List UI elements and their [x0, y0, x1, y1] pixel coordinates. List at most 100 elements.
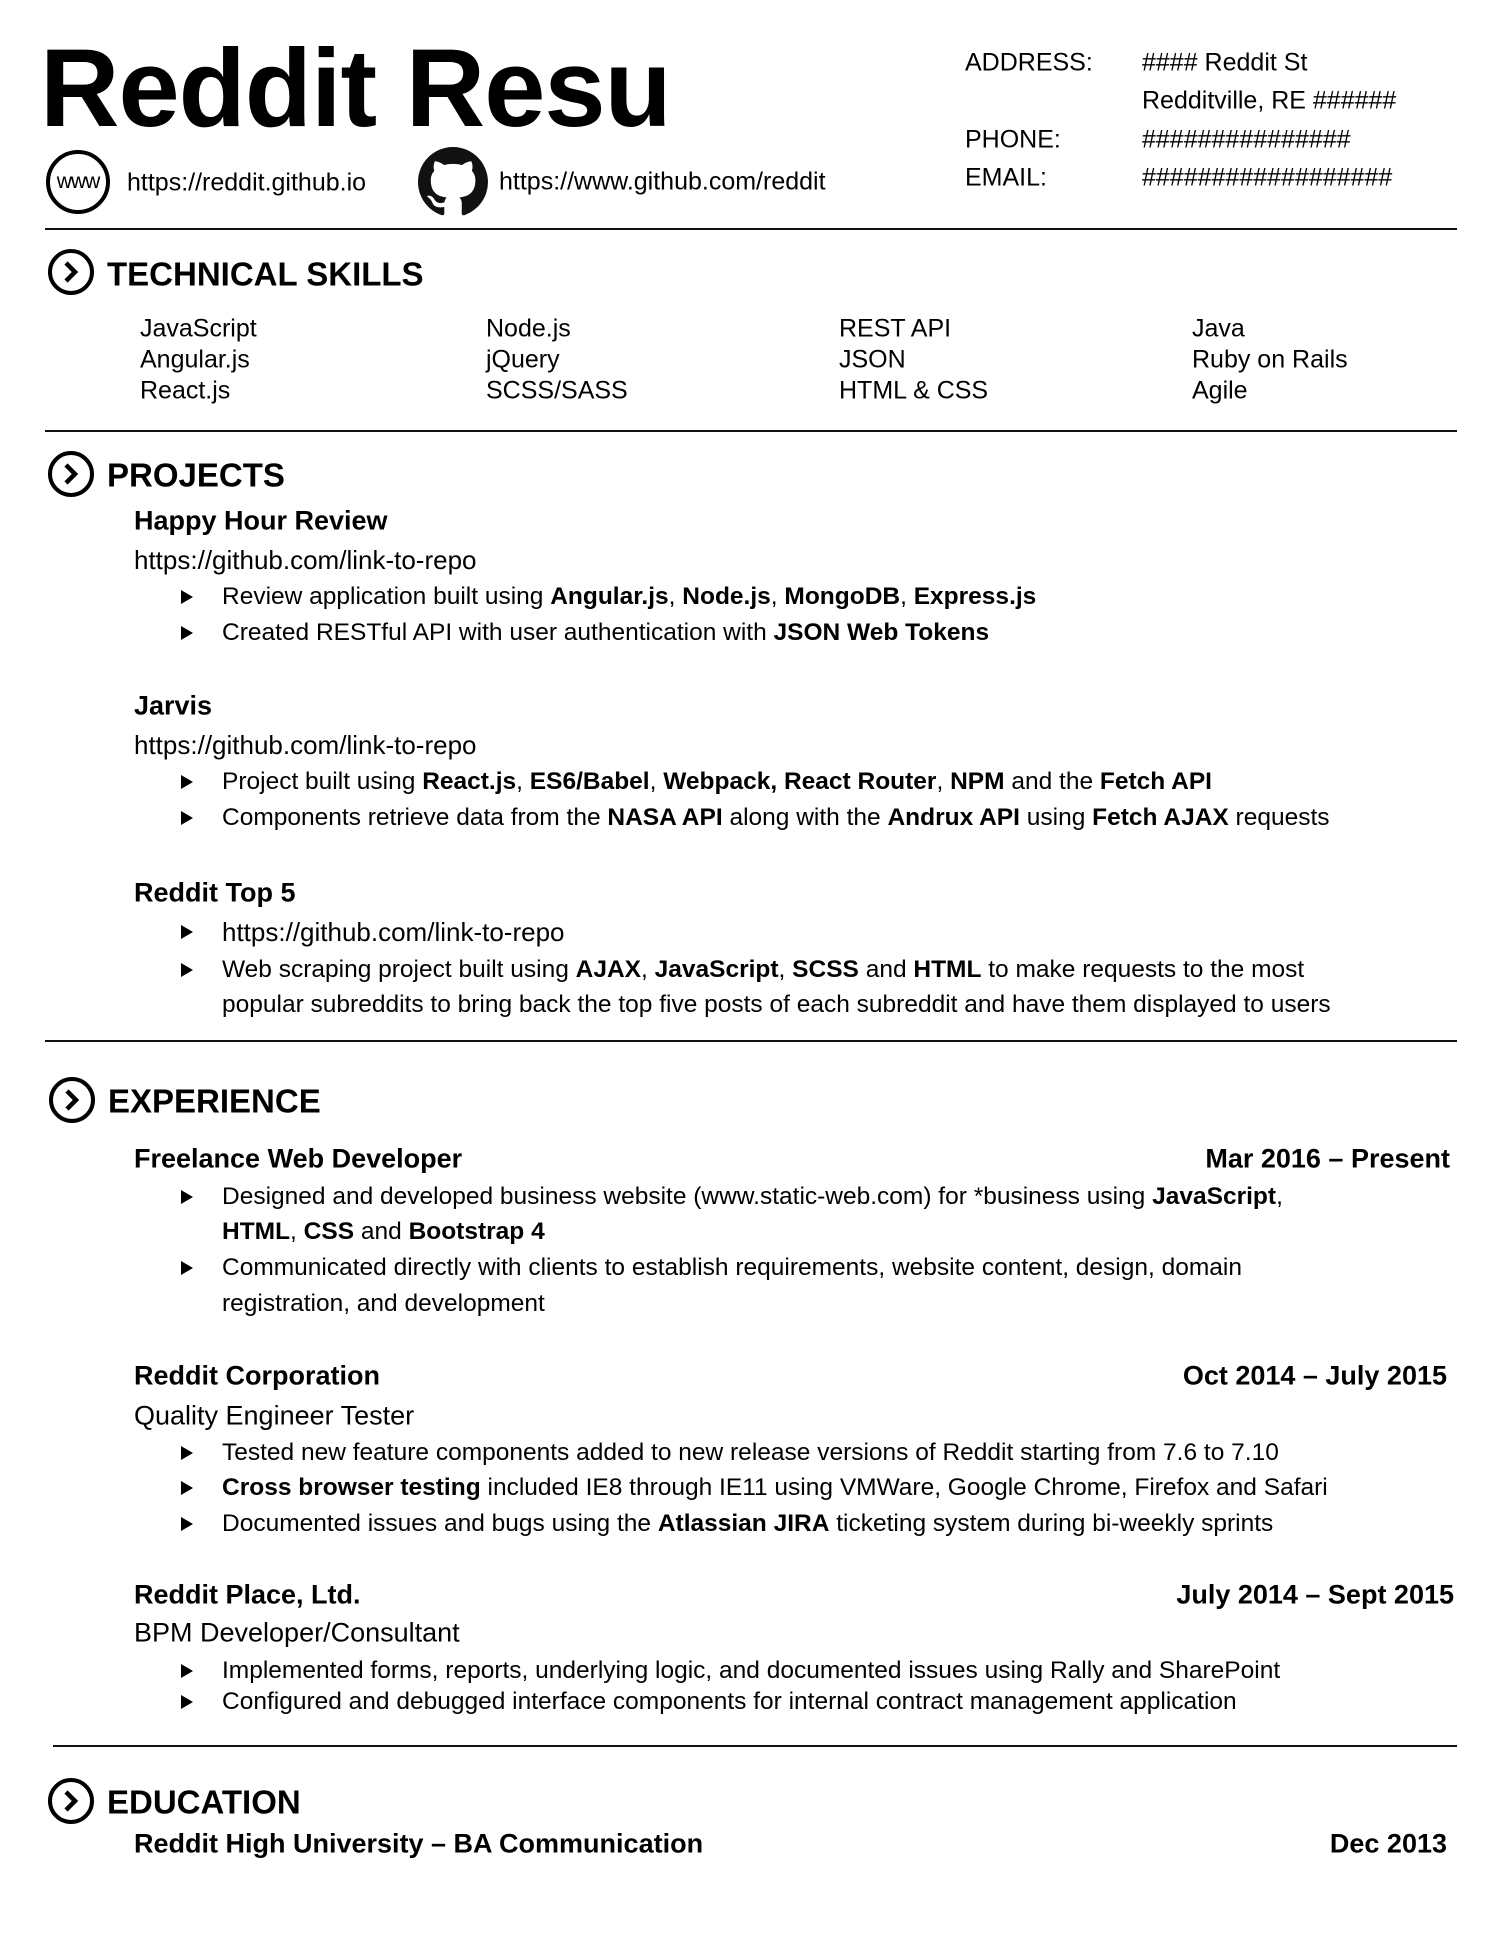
text-segment: , — [936, 767, 951, 795]
project-name: Reddit Top 5 — [134, 877, 296, 908]
chevron-circle-icon — [48, 1778, 94, 1824]
email-label: EMAIL: — [965, 163, 1047, 192]
text-segment: Components retrieve data from the — [222, 803, 608, 831]
bold-term: Atlassian JIRA — [657, 1509, 830, 1537]
bold-term: ES6/Babel — [529, 767, 650, 795]
text-segment: Configured and debugged interface compon… — [222, 1687, 1237, 1715]
bold-term: Fetch API — [1099, 767, 1212, 795]
text-segment: ticketing system during bi-weekly sprint… — [829, 1509, 1274, 1537]
job-role: BPM Developer/Consultant — [134, 1617, 460, 1648]
bullet-text: Designed and developed business website … — [222, 1182, 1283, 1210]
skill-item: jQuery — [486, 345, 560, 374]
text-segment: along with the — [722, 803, 888, 831]
www-icon-glyph: www — [56, 170, 100, 193]
bullet-text-continuation: HTML, CSS and Bootstrap 4 — [222, 1217, 545, 1245]
project-url[interactable]: https://github.com/link-to-repo — [134, 732, 477, 758]
address-label: ADDRESS: — [965, 48, 1093, 77]
text-segment: , — [668, 582, 683, 610]
address-line-2: Redditville, RE ###### — [1142, 86, 1397, 115]
skill-item: Java — [1192, 314, 1245, 343]
github-link[interactable]: https://www.github.com/reddit — [499, 169, 826, 195]
text-segment: Web scraping project built using — [222, 955, 576, 983]
project-url[interactable]: https://github.com/link-to-repo — [222, 919, 565, 945]
text-segment: , — [1276, 1182, 1283, 1210]
bullet-text-continuation: popular subreddits to bring back the top… — [222, 990, 1331, 1018]
bullet-text: Created RESTful API with user authentica… — [222, 618, 990, 646]
resume-name: Reddit Resu — [40, 27, 672, 150]
skill-item: REST API — [839, 314, 952, 343]
skill-item: Agile — [1192, 376, 1248, 405]
text-segment: Designed and developed business website … — [222, 1182, 1153, 1210]
bullet-text: Project built using React.js, ES6/Babel,… — [222, 767, 1212, 795]
bullet-arrow-icon — [181, 1481, 193, 1495]
job-company: Reddit Place, Ltd. — [134, 1579, 361, 1610]
bullet-text: Communicated directly with clients to es… — [222, 1253, 1242, 1281]
text-segment: , — [770, 582, 785, 610]
www-icon: www — [46, 150, 110, 214]
bullet-text: Cross browser testing included IE8 throu… — [222, 1473, 1328, 1501]
text-segment: Communicated directly with clients to es… — [222, 1253, 1242, 1281]
skill-item: JSON — [839, 345, 906, 374]
text-segment: Documented issues and bugs using the — [222, 1509, 658, 1537]
text-segment: Review application built using — [222, 582, 551, 610]
chevron-circle-icon — [48, 451, 94, 497]
bold-term: React.js — [422, 767, 517, 795]
bullet-arrow-icon — [181, 811, 193, 825]
text-segment: included IE8 through IE11 using VMWare, … — [480, 1473, 1328, 1501]
bullet-arrow-icon — [181, 590, 193, 604]
bold-term: SCSS — [792, 955, 859, 983]
website-link[interactable]: https://reddit.github.io — [127, 170, 366, 196]
bold-term: Cross browser testing — [222, 1473, 481, 1501]
skill-item: Ruby on Rails — [1192, 345, 1348, 374]
bullet-arrow-icon — [181, 1190, 193, 1204]
skill-item: Node.js — [486, 314, 571, 343]
bold-term: JavaScript — [654, 955, 779, 983]
bold-term: Angular.js — [550, 582, 669, 610]
text-segment: , — [900, 582, 914, 610]
text-segment: Project built using — [222, 767, 423, 795]
text-segment: , — [649, 767, 664, 795]
chevron-circle-icon — [48, 249, 94, 295]
job-role: Quality Engineer Tester — [134, 1400, 415, 1431]
section-title-experience: EXPERIENCE — [108, 1082, 321, 1120]
bullet-text: Configured and debugged interface compon… — [222, 1687, 1237, 1715]
text-segment: and — [858, 955, 914, 983]
bold-term: Webpack, React Router — [663, 767, 937, 795]
bullet-text: Web scraping project built using AJAX, J… — [222, 955, 1304, 983]
job-dates: July 2014 – Sept 2015 — [1176, 1579, 1454, 1610]
section-title-projects: PROJECTS — [107, 456, 285, 494]
skills-divider — [45, 430, 1457, 432]
text-segment: Implemented forms, reports, underlying l… — [222, 1656, 1281, 1684]
text-segment: and — [354, 1217, 409, 1245]
bullet-text: Documented issues and bugs using the Atl… — [222, 1509, 1274, 1537]
header-divider — [45, 228, 1457, 230]
bold-term: Bootstrap 4 — [408, 1217, 545, 1245]
text-segment: and the — [1004, 767, 1100, 795]
bullet-arrow-icon — [181, 1695, 193, 1709]
bullet-text-continuation: registration, and development — [222, 1291, 545, 1317]
skill-item: React.js — [140, 376, 231, 405]
bullet-arrow-icon — [181, 963, 193, 977]
section-title-education: EDUCATION — [107, 1783, 301, 1821]
phone-value: ############### — [1142, 125, 1351, 154]
bold-term: Node.js — [682, 582, 771, 610]
bullet-text: Review application built using Angular.j… — [222, 582, 1036, 610]
text-segment: , — [640, 955, 655, 983]
bullet-arrow-icon — [181, 1446, 193, 1460]
bold-term: AJAX — [575, 955, 641, 983]
phone-label: PHONE: — [965, 125, 1061, 154]
bold-term: JSON Web Tokens — [773, 618, 990, 646]
education-school: Reddit High University – BA Communicatio… — [134, 1828, 704, 1859]
bullet-arrow-icon — [181, 775, 193, 789]
project-url[interactable]: https://github.com/link-to-repo — [134, 547, 477, 573]
job-company: Freelance Web Developer — [134, 1143, 463, 1174]
bullet-text: Tested new feature components added to n… — [222, 1440, 1279, 1466]
text-segment: requests — [1228, 803, 1330, 831]
text-segment: , — [778, 955, 793, 983]
skill-item: JavaScript — [140, 314, 257, 343]
bold-term: NASA API — [607, 803, 723, 831]
chevron-circle-icon — [49, 1077, 95, 1123]
skill-item: HTML & CSS — [839, 376, 989, 405]
bullet-arrow-icon — [181, 626, 193, 640]
project-name: Happy Hour Review — [134, 505, 388, 536]
